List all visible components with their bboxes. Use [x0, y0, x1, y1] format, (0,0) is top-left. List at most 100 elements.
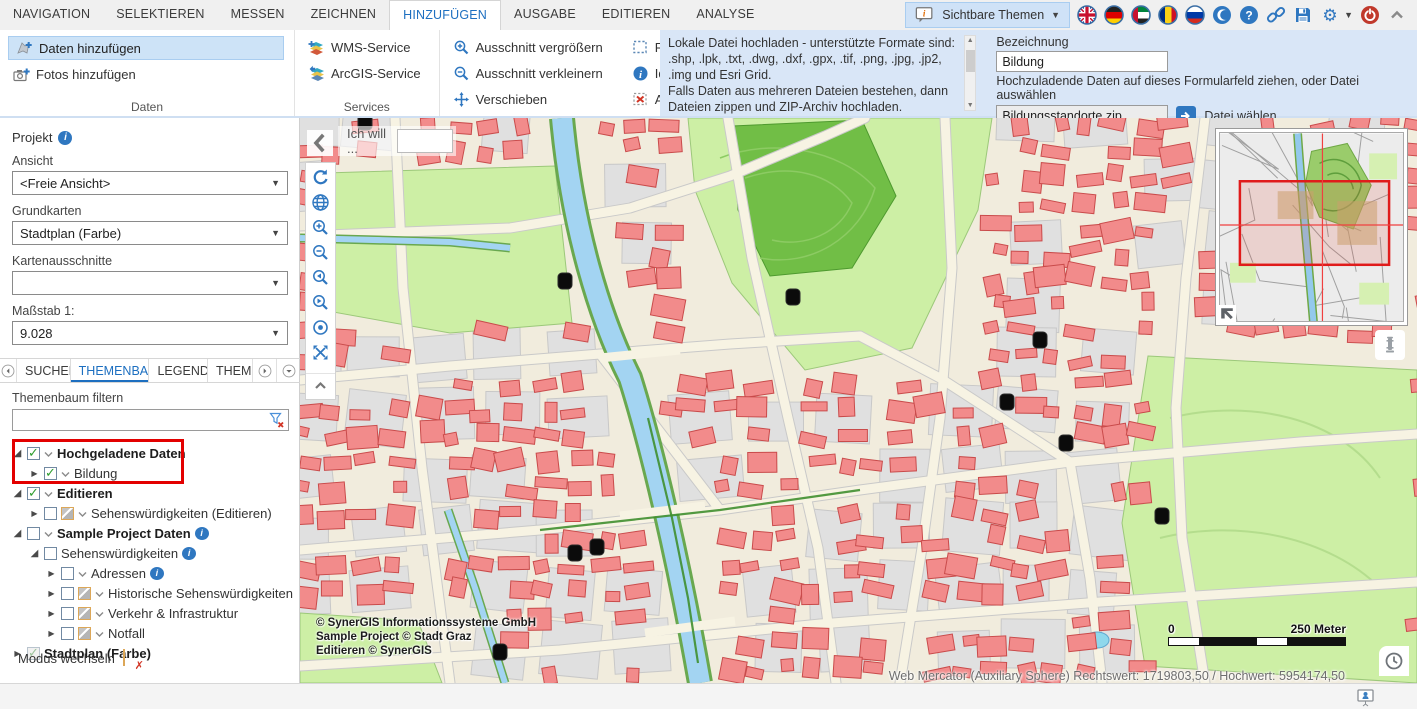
menu-tab-navigation[interactable]: NAVIGATION [0, 0, 103, 30]
name-input[interactable] [996, 51, 1168, 72]
project-info-icon[interactable]: i [58, 131, 72, 145]
globe-button[interactable] [306, 190, 335, 215]
layer-menu-chevron-icon[interactable] [44, 446, 53, 461]
layer-checkbox[interactable] [61, 567, 74, 580]
layer-menu-chevron-icon[interactable] [44, 526, 53, 541]
scroll-thumb[interactable] [966, 50, 975, 72]
tree-item-verkehr-infrastruktur[interactable]: ▶Verkehr & Infrastruktur [12, 603, 299, 623]
theme-filter-input[interactable] [12, 409, 289, 431]
save-icon[interactable] [1293, 5, 1313, 25]
tree-item-adressen[interactable]: ▶Adresseni [12, 563, 299, 583]
ribbon-button-add-data[interactable]: Daten hinzufügen [8, 36, 284, 60]
layer-checkbox[interactable] [27, 447, 40, 460]
expand-triangle-icon[interactable]: ▶ [29, 469, 40, 478]
layer-checkbox[interactable] [27, 527, 40, 540]
overview-map-graphic[interactable] [1220, 133, 1404, 322]
layer-info-icon[interactable]: i [195, 527, 209, 540]
tabs-scroll-left-icon[interactable] [0, 359, 17, 382]
streetview-tool-button[interactable] [1375, 330, 1405, 360]
flag-germany-icon[interactable] [1104, 5, 1124, 25]
tree-item-sample-project-daten[interactable]: ◢Sample Project Dateni [12, 523, 299, 543]
layer-info-icon[interactable]: i [182, 547, 196, 560]
tree-item-notfall[interactable]: ▶Notfall [12, 623, 299, 643]
map-canvas[interactable]: Ich will ... 0 250 Meter © SynerGIS Info… [300, 118, 1417, 683]
expand-triangle-icon[interactable]: ▶ [29, 509, 40, 518]
menu-tab-messen[interactable]: MESSEN [218, 0, 298, 30]
menu-tab-ausgabe[interactable]: AUSGABE [501, 0, 589, 30]
layer-info-icon[interactable]: i [150, 567, 164, 580]
zoom-next-button[interactable] [306, 290, 335, 315]
expand-triangle-icon[interactable]: ▶ [46, 609, 57, 618]
menu-tab-analyse[interactable]: ANALYSE [683, 0, 767, 30]
layer-checkbox[interactable] [61, 607, 74, 620]
layer-checkbox[interactable] [44, 547, 57, 560]
menu-tab-selektieren[interactable]: SELEKTIEREN [103, 0, 217, 30]
center-marker-button[interactable] [306, 315, 335, 340]
flag-uk-icon[interactable] [1077, 5, 1097, 25]
zoom-in-tool-button[interactable] [306, 215, 335, 240]
link-icon[interactable] [1266, 5, 1286, 25]
toolbar-collapse-up-button[interactable] [306, 373, 335, 397]
tree-item-sehensw-rdigkeiten-editieren-[interactable]: ▶Sehenswürdigkeiten (Editieren) [12, 503, 299, 523]
tree-item-historische-sehensw-rdigkeiten[interactable]: ▶Historische Sehenswürdigkeiten [12, 583, 299, 603]
ribbon-button-zoom-out[interactable]: Ausschnitt verkleinern [448, 62, 611, 85]
overview-map[interactable] [1215, 128, 1408, 326]
menu-tab-editieren[interactable]: EDITIEREN [589, 0, 683, 30]
layer-checkbox[interactable] [27, 487, 40, 500]
power-icon[interactable] [1360, 5, 1380, 25]
settings-gear-icon[interactable]: ⚙ [1320, 5, 1340, 25]
dropdown-1[interactable]: Stadtplan (Farbe)▼ [12, 221, 288, 245]
dropdown-2[interactable]: ▼ [12, 271, 288, 295]
layer-menu-chevron-icon[interactable] [61, 466, 70, 481]
menu-tab-hinzufügen[interactable]: HINZUFÜGEN [389, 0, 501, 30]
layer-checkbox[interactable] [44, 507, 57, 520]
layer-menu-chevron-icon[interactable] [44, 486, 53, 501]
collapse-triangle-icon[interactable]: ◢ [12, 528, 23, 539]
scale-off-icon[interactable]: ✗ [123, 650, 140, 667]
tab-legende[interactable]: LEGENDE [149, 359, 208, 382]
scroll-up-icon[interactable]: ▲ [965, 37, 976, 44]
zoom-out-tool-button[interactable] [306, 240, 335, 265]
expand-triangle-icon[interactable]: ▶ [46, 569, 57, 578]
menu-tab-zeichnen[interactable]: ZEICHNEN [298, 0, 390, 30]
info-scrollbar[interactable]: ▲ ▼ [964, 35, 977, 111]
flag-uae-icon[interactable] [1131, 5, 1151, 25]
refresh-button[interactable] [306, 165, 335, 190]
ich-will-search[interactable]: Ich will ... [338, 126, 456, 156]
layer-checkbox[interactable] [61, 587, 74, 600]
flag-romania-icon[interactable] [1158, 5, 1178, 25]
ribbon-button-wms[interactable]: WMS-Service [303, 36, 429, 59]
ribbon-button-add-photo[interactable]: Fotos hinzufügen [8, 63, 284, 86]
collapse-triangle-icon[interactable]: ◢ [12, 448, 23, 459]
layer-menu-chevron-icon[interactable] [78, 506, 87, 521]
ribbon-button-arcgis[interactable]: ArcGIS-Service [303, 62, 429, 85]
overview-collapse-icon[interactable] [1218, 305, 1236, 323]
layer-checkbox[interactable] [61, 627, 74, 640]
support-person-icon[interactable] [1356, 688, 1375, 707]
sidebar-collapse-button[interactable] [307, 130, 333, 156]
layer-menu-chevron-icon[interactable] [95, 626, 104, 641]
expand-triangle-icon[interactable]: ▶ [46, 629, 57, 638]
zoom-prev-button[interactable] [306, 265, 335, 290]
mode-switch-label[interactable]: Modus wechseln [18, 651, 115, 666]
layer-menu-chevron-icon[interactable] [78, 566, 87, 581]
filter-clear-icon[interactable] [269, 412, 285, 428]
dropdown-3[interactable]: 9.028▼ [12, 321, 288, 345]
layer-menu-chevron-icon[interactable] [95, 606, 104, 621]
visible-themes-button[interactable]: i Sichtbare Themen ▼ [905, 2, 1070, 28]
dropdown-0[interactable]: <Freie Ansicht>▼ [12, 171, 288, 195]
collapse-triangle-icon[interactable]: ◢ [29, 548, 40, 559]
history-clock-button[interactable] [1379, 646, 1409, 676]
tabs-scroll-right-icon[interactable] [252, 359, 276, 382]
tab-suchen[interactable]: SUCHEN [17, 359, 71, 382]
expand-triangle-icon[interactable]: ▶ [46, 589, 57, 598]
help-icon[interactable]: ? [1239, 5, 1259, 25]
tree-item-sehensw-rdigkeiten[interactable]: ◢Sehenswürdigkeiteni [12, 543, 299, 563]
tab-themenbaum[interactable]: THEMENBAUM [71, 359, 150, 382]
full-extent-button[interactable] [306, 340, 335, 365]
ich-will-input[interactable] [397, 129, 453, 153]
tree-item-editieren[interactable]: ◢Editieren [12, 483, 299, 503]
collapse-chevron-icon[interactable] [1387, 5, 1407, 25]
crescent-icon[interactable] [1212, 5, 1232, 25]
flag-russia-icon[interactable] [1185, 5, 1205, 25]
